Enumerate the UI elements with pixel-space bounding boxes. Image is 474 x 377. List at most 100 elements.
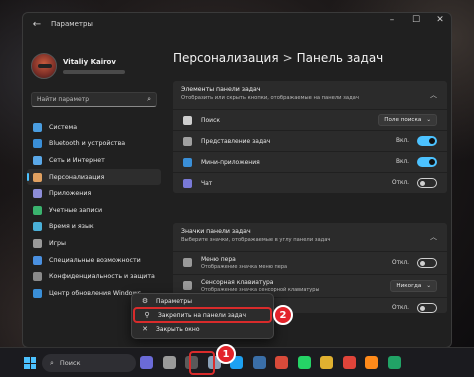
sidebar-item-label: Учетные записи [49, 206, 103, 214]
sidebar-item-label: Персонализация [49, 173, 105, 181]
context-menu-item[interactable]: ✕ Закрыть окно [132, 322, 273, 336]
sidebar-item[interactable]: Игры [27, 235, 161, 252]
search-icon: ⌕ [147, 95, 151, 103]
window-controls: – ☐ ✕ [385, 15, 447, 25]
update-icon [33, 288, 42, 298]
maximize-button[interactable]: ☐ [409, 15, 423, 25]
whatsapp-icon[interactable] [297, 356, 311, 369]
minimize-button[interactable]: – [385, 15, 399, 25]
setting-icon [183, 137, 192, 146]
setting-label: Сенсорная клавиатура [201, 279, 274, 286]
setting-icon [183, 158, 192, 167]
sidebar-item[interactable]: Учетные записи [27, 202, 161, 219]
back-arrow-icon[interactable]: ← [29, 16, 45, 32]
sidebar-item-label: Сеть и Интернет [49, 156, 105, 164]
context-menu-item[interactable]: ⚙ Параметры [132, 294, 273, 308]
setting-row: Чат Откл. [173, 172, 447, 193]
accessibility-icon [33, 255, 42, 265]
sidebar-item[interactable]: Приложения [27, 185, 161, 202]
start-button[interactable] [24, 357, 36, 369]
teams-icon[interactable] [140, 356, 153, 369]
setting-icon [183, 258, 192, 267]
search-input[interactable]: Найти параметр ⌕ [31, 92, 157, 107]
sidebar-item-label: Bluetooth и устройства [49, 140, 126, 148]
sidebar-nav: Система Bluetooth и устройства Сеть и Инте… [27, 119, 161, 302]
context-menu-item[interactable]: ⚲ Закрепить на панели задач [133, 307, 272, 323]
sidebar-item-label: Игры [49, 239, 66, 247]
app-title: Параметры [51, 20, 93, 28]
section-title: Элементы панели задач [181, 86, 261, 93]
close-icon: ✕ [142, 325, 148, 333]
toggle-state-label: Откл. [392, 260, 409, 266]
user-profile[interactable]: Vitaliy Kairov [31, 53, 125, 79]
toggle-switch[interactable] [417, 178, 437, 188]
sidebar-item[interactable]: Время и язык [27, 219, 161, 236]
toggle-state-label: Откл. [392, 180, 409, 186]
setting-label: Представление задач [201, 137, 271, 145]
sidebar-item[interactable]: Bluetooth и устройства [27, 136, 161, 153]
setting-icon [183, 116, 192, 125]
close-button[interactable]: ✕ [433, 15, 447, 25]
step-badge-2: 2 [273, 305, 293, 325]
title-bar: ← Параметры – ☐ ✕ [23, 13, 451, 35]
chevron-up-icon[interactable]: ︿ [430, 232, 437, 242]
dropdown-value: Поле поиска [384, 117, 422, 123]
dropdown-select[interactable]: Никогда ⌄ [390, 280, 437, 292]
sidebar-item[interactable]: Конфиденциальность и защита [27, 268, 161, 285]
chrome-icon[interactable] [342, 356, 356, 369]
toggle-switch[interactable] [417, 258, 437, 268]
section-subtitle: Отобразить или скрыть кнопки, отображаем… [181, 95, 359, 101]
taskbar-items-header[interactable]: Элементы панели задач Отобразить или скр… [173, 81, 447, 109]
context-menu-label: Параметры [156, 297, 192, 305]
taskbar-search-label: Поиск [59, 359, 81, 367]
sidebar-item[interactable]: Сеть и Интернет [27, 152, 161, 169]
toggle-switch[interactable] [417, 303, 437, 313]
user-name: Vitaliy Kairov [63, 58, 116, 66]
toggle-switch[interactable] [417, 136, 437, 146]
section-subtitle: Выберите значки, отображаемые в углу пан… [181, 237, 331, 243]
setting-label: Меню пера [201, 256, 236, 263]
taskbar-icons-header[interactable]: Значки панели задач Выберите значки, ото… [173, 223, 447, 251]
gear-icon: ⚙ [141, 297, 149, 305]
context-menu-label: Закрыть окно [156, 325, 200, 333]
sidebar-item[interactable]: Система [27, 119, 161, 136]
user-email-redacted [63, 70, 125, 74]
notes-icon[interactable] [320, 356, 333, 369]
pin-icon: ⚲ [144, 311, 150, 319]
search-icon: ⌕ [50, 358, 54, 367]
avatar [31, 53, 57, 79]
firefox-icon[interactable] [365, 356, 378, 369]
sidebar-item-label: Специальные возможности [49, 256, 141, 264]
app-icon[interactable] [275, 356, 288, 369]
globe-icon [33, 222, 42, 232]
section-title: Значки панели задач [181, 228, 251, 235]
dropdown-select[interactable]: Поле поиска ⌄ [378, 114, 437, 126]
sidebar-item[interactable]: Специальные возможности [27, 252, 161, 269]
setting-row: Мини-приложения Вкл. [173, 151, 447, 172]
sidebar-item[interactable]: Персонализация [27, 168, 161, 186]
sidebar-item-label: Конфиденциальность и защита [49, 273, 155, 281]
setting-label: Мини-приложения [201, 158, 260, 166]
taskview-icon[interactable] [162, 356, 176, 369]
taskbar-search[interactable]: ⌕ Поиск [42, 354, 136, 372]
toggle-switch[interactable] [417, 157, 437, 167]
excel-icon[interactable] [387, 356, 401, 369]
bluetooth-icon [33, 139, 42, 149]
setting-row: Меню пера Отображение значка меню пера Отк… [173, 251, 447, 274]
setting-description: Отображение значка меню пера [201, 264, 288, 270]
setting-label: Поиск [201, 116, 221, 124]
shield-icon [33, 272, 42, 282]
apps-icon [33, 189, 42, 199]
sidebar-item-label: Время и язык [49, 223, 94, 231]
steam-icon[interactable] [252, 356, 266, 369]
breadcrumb: Персонализация > Панель задач [173, 51, 383, 65]
breadcrumb-separator: > [282, 51, 293, 65]
taskbar-items-panel: Элементы панели задач Отобразить или скр… [173, 81, 447, 193]
chevron-down-icon: ⌄ [426, 283, 431, 289]
chevron-up-icon[interactable]: ︿ [430, 90, 437, 100]
network-icon [33, 155, 42, 165]
toggle-state-label: Вкл. [395, 159, 409, 165]
setting-label: Чат [201, 179, 213, 187]
breadcrumb-parent[interactable]: Персонализация [173, 51, 279, 65]
dropdown-value: Никогда [396, 283, 422, 289]
